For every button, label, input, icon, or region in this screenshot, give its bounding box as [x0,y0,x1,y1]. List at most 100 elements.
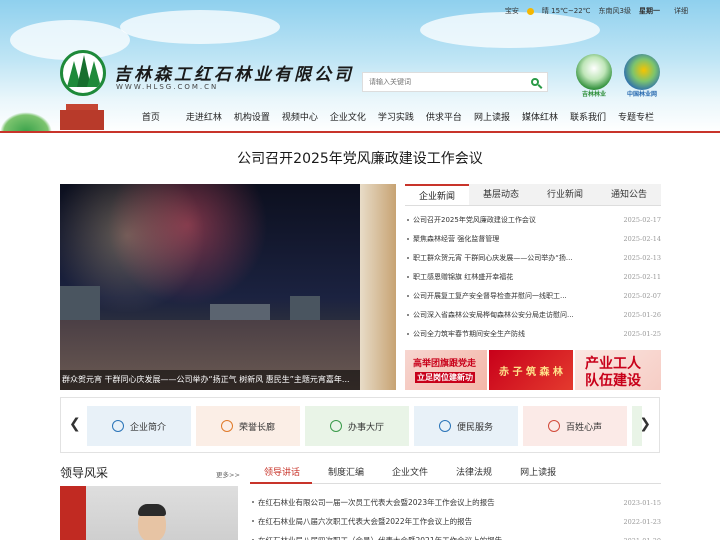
news-date: 2025-01-26 [623,310,661,319]
news-item[interactable]: 公司全力筑牢春节期间安全生产防线 2025-01-25 [405,324,661,343]
news-item[interactable]: 公司深入省森林公安局桦甸森林公安分局走访慰问... 2025-01-26 [405,305,661,324]
sun-icon [526,7,534,15]
news-title[interactable]: 公司全力筑牢春节期间安全生产防线 [405,329,525,339]
banner-industrial-workers[interactable]: 产业工人 队伍建设 [575,350,661,390]
quick-link-partial[interactable] [632,406,642,446]
wind-text: 东南风3级 [598,7,631,15]
news-panel: 企业新闻 基层动态 行业新闻 通知公告 公司召开2025年党风廉政建设工作会议 2025… [405,184,661,344]
banner-text: 赤 子 筑 森 林 [499,367,563,378]
search-button[interactable] [523,73,547,91]
quick-link-label: 办事大厅 [347,422,384,433]
document-title[interactable]: 在红石林业局八届六次职工代表大会暨2022年工作会议上的报告 [250,516,472,527]
nav-item[interactable]: 联系我们 [564,108,612,128]
main-nav: 首页 走进红林 机构设置 视频中心 企业文化 学习实践 供求平台 网上读报 媒体红林 联系我们 专题… [60,108,660,128]
news-tab[interactable]: 企业新闻 [405,184,469,205]
news-item[interactable]: 公司召开2025年党风廉政建设工作会议 2025-02-17 [405,210,661,229]
handshake-icon [438,420,451,432]
chat-icon [547,420,560,432]
leader-photo[interactable] [60,486,238,540]
leaders-title: 领导风采 [60,466,109,480]
banner-text: 队伍建设 [585,373,641,389]
headline[interactable]: 公司召开2025年党风廉政建设工作会议 [0,148,720,168]
news-tab[interactable]: 基层动态 [469,184,533,205]
document-item[interactable]: 在红石林业局八届六次职工代表大会暨2022年工作会议上的报告 2022-01-23 [250,512,661,531]
city-label: 宝安 [504,7,519,15]
news-item[interactable]: 聚焦森林经营 强化监督管理 2025-02-14 [405,229,661,248]
news-tabs: 企业新闻 基层动态 行业新闻 通知公告 [405,184,661,206]
jilin-forestry-label: 吉林林业 [581,91,606,98]
document-tab[interactable]: 企业文件 [378,464,442,482]
document-list: 在红石林业有限公司一届一次员工代表大会暨2023年工作会议上的报告 2023-01… [250,493,661,540]
nav-item[interactable]: 走进红林 [180,108,228,128]
news-date: 2025-02-17 [623,215,661,224]
news-date: 2025-01-25 [623,329,661,338]
active-tab-indicator [250,482,312,484]
nav-item[interactable]: 学习实践 [372,108,420,128]
news-slider[interactable]: 群众贺元宵 干群同心庆发展——公司举办“扬正气 树新风 惠民生”主题元宵嘉年..… [60,184,396,390]
quick-link-label: 企业简介 [129,422,166,433]
news-tab[interactable]: 通知公告 [597,184,661,205]
news-item[interactable]: 职工感恩赠锦旗 红林盛开幸福花 2025-02-11 [405,267,661,286]
nav-item[interactable]: 视频中心 [276,108,324,128]
nav-item[interactable]: 供求平台 [420,108,468,128]
document-item[interactable]: 在红石林业有限公司一届一次员工代表大会暨2023年工作会议上的报告 2023-01… [250,493,661,512]
news-date: 2025-02-13 [623,253,661,262]
quick-link[interactable]: 便民服务 [414,406,518,446]
news-tab[interactable]: 行业新闻 [533,184,597,205]
site-header: 宝安 晴 15℃~22℃ 东南风3级 星期一 详细 吉林森工红石林业有限公司 W… [0,0,720,132]
news-item[interactable]: 公司开展复工复产安全督导检查并慰问一线职工... 2025-02-07 [405,286,661,305]
document-date: 2022-01-23 [623,517,661,526]
news-date: 2025-02-14 [623,234,661,243]
flag-decoration [60,486,86,540]
news-title[interactable]: 职工群众贺元宵 干群同心庆发展——公司举办“扬... [405,253,573,263]
news-title[interactable]: 公司召开2025年党风廉政建设工作会议 [405,215,536,225]
tree-icon [87,61,101,87]
jilin-forestry-logo[interactable] [576,54,612,90]
document-title[interactable]: 在红石林业有限公司一届一次员工代表大会暨2023年工作会议上的报告 [250,497,495,508]
news-title[interactable]: 公司开展复工复产安全督导检查并慰问一线职工... [405,291,567,301]
quick-link[interactable]: 荣誉长廊 [196,406,300,446]
book-icon [111,420,124,432]
document-tab[interactable]: 网上读报 [506,464,570,482]
document-item[interactable]: 在红石林业局八届四次职工（会员）代表大会暨2021年工作会议上的报告 2021-0… [250,531,661,540]
nav-item[interactable]: 专题专栏 [612,108,660,128]
leader-hair [138,504,166,516]
banner-forest[interactable]: 赤 子 筑 森 林 [489,350,573,390]
news-title[interactable]: 职工感恩赠锦旗 红林盛开幸福花 [405,272,513,282]
slider-caption[interactable]: 群众贺元宵 干群同心庆发展——公司举办“扬正气 树新风 惠民生”主题元宵嘉年..… [60,370,360,390]
news-list: 公司召开2025年党风廉政建设工作会议 2025-02-17 聚焦森林经营 强化监督… [405,206,661,343]
banner-text: 高举团旗跟党走 [413,359,477,369]
news-date: 2025-02-11 [623,272,661,281]
weather-bar: 宝安 晴 15℃~22℃ 东南风3级 星期一 详细 [504,6,688,16]
nav-item[interactable]: 机构设置 [228,108,276,128]
document-tab[interactable]: 领导讲话 [250,464,314,482]
cloud-decoration [420,12,600,48]
company-logo[interactable] [60,50,106,96]
news-item[interactable]: 职工群众贺元宵 干群同心庆发展——公司举办“扬... 2025-02-13 [405,248,661,267]
nav-item[interactable]: 媒体红林 [516,108,564,128]
quick-link-label: 便民服务 [456,422,493,433]
nav-item[interactable]: 网上读报 [468,108,516,128]
banner-youth-league[interactable]: 高举团旗跟党走 立足岗位建新功 [405,350,487,390]
quick-link[interactable]: 百姓心声 [523,406,627,446]
cloud-decoration [120,10,280,44]
document-title[interactable]: 在红石林业局八届四次职工（会员）代表大会暨2021年工作会议上的报告 [250,535,502,540]
quick-link[interactable]: 企业简介 [87,406,191,446]
company-url: WWW.HLSG.COM.CN [116,83,219,91]
document-tab[interactable]: 制度汇编 [314,464,378,482]
quick-link[interactable]: 办事大厅 [305,406,409,446]
news-title[interactable]: 公司深入省森林公安局桦甸森林公安分局走访慰问... [405,310,574,320]
news-date: 2025-02-07 [623,291,661,300]
document-date: 2021-01-20 [624,537,661,540]
search-input[interactable] [363,73,523,91]
china-forestry-logo[interactable] [624,54,660,90]
news-title[interactable]: 聚焦森林经营 强化监督管理 [405,234,499,244]
document-tab[interactable]: 法律法规 [442,464,506,482]
leaders-more-link[interactable]: 更多>> [216,469,240,479]
nav-item[interactable]: 企业文化 [324,108,372,128]
nav-item[interactable]: 首页 [136,108,166,128]
weather-more-link[interactable]: 详细 [674,6,688,16]
grass-decoration [0,112,52,132]
prev-arrow-icon[interactable]: ❮ [69,416,81,432]
nav-divider [0,131,720,133]
